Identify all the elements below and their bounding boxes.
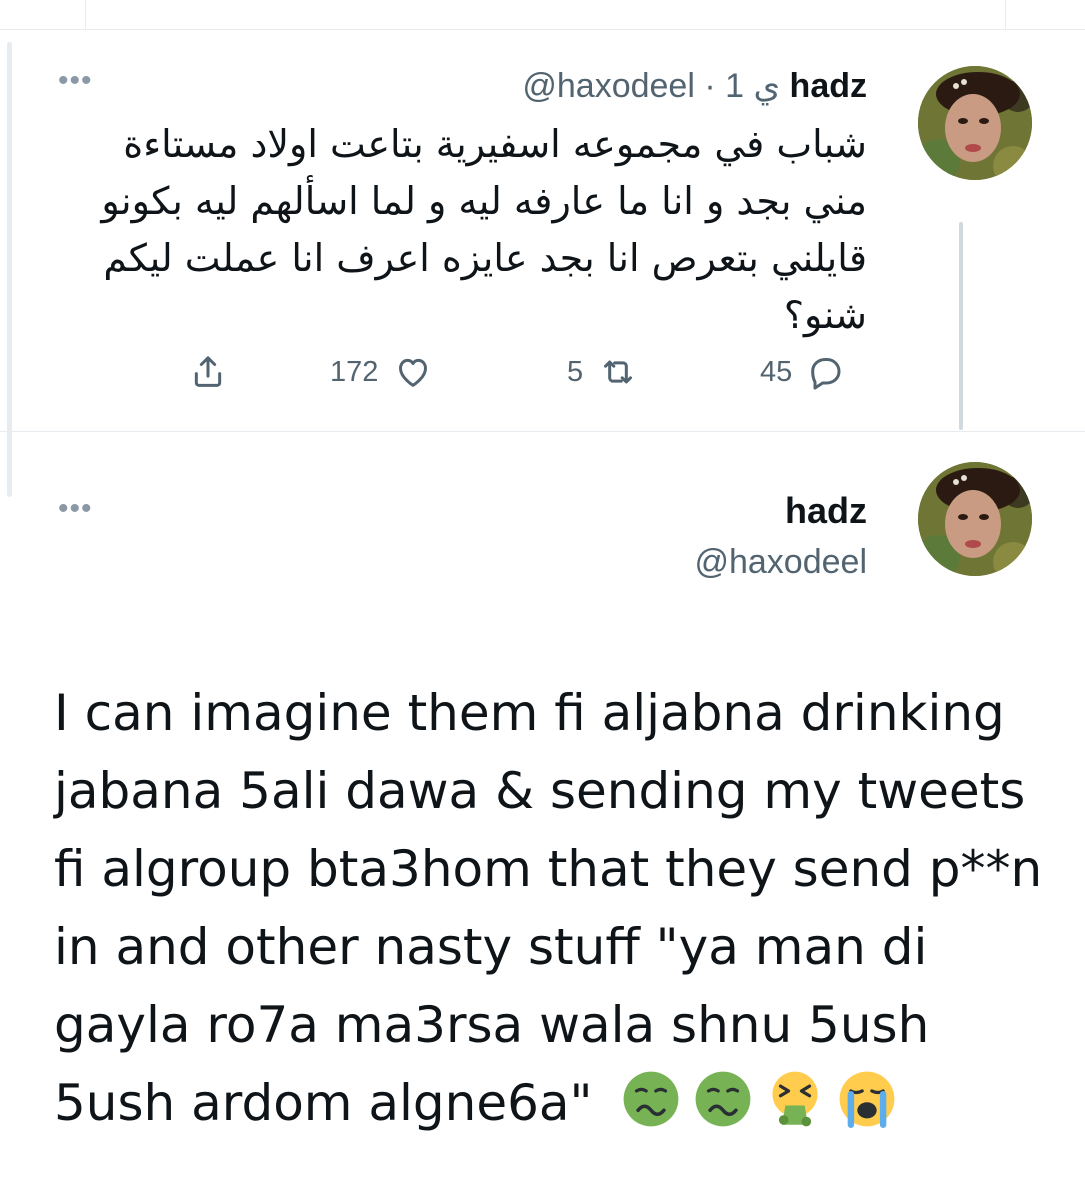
loudly-crying-face-icon	[840, 1071, 895, 1128]
tweet-actions: 45 5 172	[0, 350, 1085, 400]
share-upload-icon	[194, 356, 222, 387]
face-vomiting-icon	[772, 1071, 819, 1127]
tweet-header: @haxodeel · 1 ي hadz	[522, 66, 867, 106]
previous-tweet-edge	[0, 0, 1085, 36]
author-name[interactable]: hadz	[785, 490, 867, 532]
retweet-icon	[604, 360, 633, 384]
divider-tick	[1005, 0, 1006, 30]
more-horizontal-icon[interactable]: •••	[58, 66, 93, 96]
retweet-button[interactable]: 5	[567, 352, 639, 392]
nauseated-face-icon	[696, 1071, 751, 1127]
heart-icon	[399, 358, 428, 387]
tweet-body: I can imagine them fi aljabna drinking j…	[54, 684, 1043, 1132]
nauseated-face-icon	[624, 1071, 679, 1127]
avatar[interactable]	[918, 462, 1032, 576]
author-name[interactable]: hadz	[790, 67, 867, 105]
like-count: 172	[330, 355, 379, 388]
tweet-thread-page: ••• @haxodeel · 1 ي hadz شباب في مجموعه …	[0, 0, 1085, 1200]
tweet-text: شباب في مجموعه اسفيرية بتاعت اولاد مستاء…	[101, 122, 867, 337]
main-tweet: ••• hadz @haxodeel I can imagine them fi…	[0, 432, 1085, 1200]
emoji-group	[622, 1070, 896, 1128]
like-button[interactable]: 172	[330, 352, 434, 392]
divider	[0, 0, 1085, 30]
avatar[interactable]	[918, 66, 1032, 180]
share-button[interactable]	[188, 350, 228, 394]
avatar-image	[918, 462, 1032, 576]
parent-tweet[interactable]: ••• @haxodeel · 1 ي hadz شباب في مجموعه …	[0, 36, 1085, 431]
divider-tick	[85, 0, 86, 30]
retweet-count: 5	[567, 355, 584, 388]
author-handle[interactable]: @haxodeel	[694, 542, 867, 582]
tweet-text: I can imagine them fi aljabna drinking j…	[54, 674, 1054, 1142]
reply-count: 45	[760, 355, 793, 388]
reply-button[interactable]: 45	[760, 352, 846, 392]
handle-and-time[interactable]: @haxodeel · 1 ي	[522, 67, 780, 105]
reply-bubble-icon	[811, 358, 841, 390]
avatar-image	[918, 66, 1032, 180]
more-horizontal-icon[interactable]: •••	[58, 494, 93, 524]
